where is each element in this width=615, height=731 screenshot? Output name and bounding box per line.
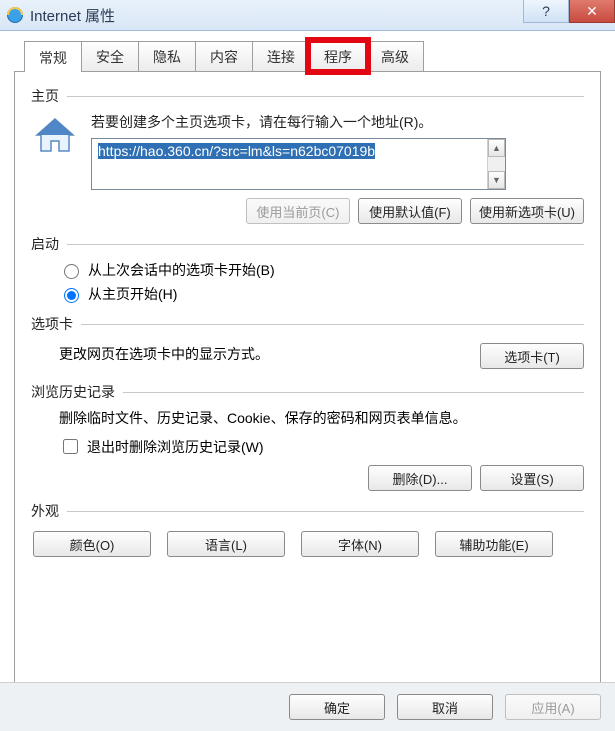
radio-home-input[interactable] — [64, 288, 79, 303]
fonts-button[interactable]: 字体(N) — [301, 531, 419, 557]
check-delete-on-exit-input[interactable] — [63, 439, 78, 454]
use-default-button[interactable]: 使用默认值(F) — [358, 198, 462, 224]
tabs-desc: 更改网页在选项卡中的显示方式。 — [59, 344, 480, 364]
divider — [67, 96, 584, 97]
tab-security[interactable]: 安全 — [81, 41, 139, 71]
tab-programs[interactable]: 程序 — [309, 41, 367, 71]
tab-general[interactable]: 常规 — [24, 41, 82, 72]
appearance-label: 外观 — [31, 501, 59, 521]
tabs-section-label: 选项卡 — [31, 314, 73, 334]
divider — [67, 511, 584, 512]
divider — [67, 244, 584, 245]
homepage-instruction: 若要创建多个主页选项卡，请在每行输入一个地址(R)。 — [91, 112, 584, 132]
group-appearance: 外观 颜色(O) 语言(L) 字体(N) 辅助功能(E) — [31, 501, 584, 557]
tabstrip: 常规 安全 隐私 内容 连接 程序 高级 — [24, 41, 609, 71]
ok-button[interactable]: 确定 — [289, 694, 385, 720]
apply-button: 应用(A) — [505, 694, 601, 720]
close-button[interactable]: ✕ — [569, 0, 615, 23]
homepage-label: 主页 — [31, 86, 59, 106]
startup-label: 启动 — [31, 234, 59, 254]
window-title: Internet 属性 — [30, 5, 115, 26]
check-delete-on-exit[interactable]: 退出时删除浏览历史记录(W) — [59, 436, 584, 457]
languages-button[interactable]: 语言(L) — [167, 531, 285, 557]
cancel-button[interactable]: 取消 — [397, 694, 493, 720]
history-label: 浏览历史记录 — [31, 382, 115, 402]
colors-button[interactable]: 颜色(O) — [33, 531, 151, 557]
group-history: 浏览历史记录 删除临时文件、历史记录、Cookie、保存的密码和网页表单信息。 … — [31, 382, 584, 491]
history-desc: 删除临时文件、历史记录、Cookie、保存的密码和网页表单信息。 — [59, 408, 584, 428]
radio-last-session-input[interactable] — [64, 264, 79, 279]
scroll-up-icon[interactable]: ▲ — [488, 139, 505, 157]
use-current-button: 使用当前页(C) — [246, 198, 350, 224]
tab-connections[interactable]: 连接 — [252, 41, 310, 71]
tab-advanced[interactable]: 高级 — [366, 41, 424, 71]
divider — [123, 392, 584, 393]
ie-icon — [6, 6, 24, 24]
divider — [81, 324, 584, 325]
accessibility-button[interactable]: 辅助功能(E) — [435, 531, 553, 557]
radio-start-home[interactable]: 从主页开始(H) — [59, 284, 584, 304]
titlebar: Internet 属性 ? ✕ — [0, 0, 615, 31]
help-button[interactable]: ? — [523, 0, 569, 23]
tabs-button[interactable]: 选项卡(T) — [480, 343, 584, 369]
scrollbar[interactable]: ▲ ▼ — [487, 139, 505, 189]
group-homepage: 主页 若要创建多个主页选项卡，请在每行输入一个地址(R)。 https://ha… — [31, 86, 584, 224]
delete-button[interactable]: 删除(D)... — [368, 465, 472, 491]
radio-start-last-session[interactable]: 从上次会话中的选项卡开始(B) — [59, 260, 584, 280]
use-newtab-button[interactable]: 使用新选项卡(U) — [470, 198, 584, 224]
group-tabs: 选项卡 更改网页在选项卡中的显示方式。 选项卡(T) — [31, 314, 584, 372]
radio-last-session-label: 从上次会话中的选项卡开始(B) — [88, 260, 275, 280]
tab-panel-general: 主页 若要创建多个主页选项卡，请在每行输入一个地址(R)。 https://ha… — [14, 71, 601, 695]
dialog-footer: 确定 取消 应用(A) — [0, 682, 615, 731]
scroll-down-icon[interactable]: ▼ — [488, 171, 505, 189]
home-icon — [31, 112, 79, 160]
tab-privacy[interactable]: 隐私 — [138, 41, 196, 71]
tab-content[interactable]: 内容 — [195, 41, 253, 71]
check-delete-on-exit-label: 退出时删除浏览历史记录(W) — [87, 437, 264, 457]
homepage-url-text: https://hao.360.cn/?src=lm&ls=n62bc07019… — [98, 143, 375, 159]
group-startup: 启动 从上次会话中的选项卡开始(B) 从主页开始(H) — [31, 234, 584, 304]
radio-home-label: 从主页开始(H) — [88, 284, 177, 304]
dialog-body: 常规 安全 隐私 内容 连接 程序 高级 主页 若要创建多个主页选项卡 — [0, 31, 615, 695]
homepage-url-input[interactable]: https://hao.360.cn/?src=lm&ls=n62bc07019… — [91, 138, 506, 190]
settings-button[interactable]: 设置(S) — [480, 465, 584, 491]
